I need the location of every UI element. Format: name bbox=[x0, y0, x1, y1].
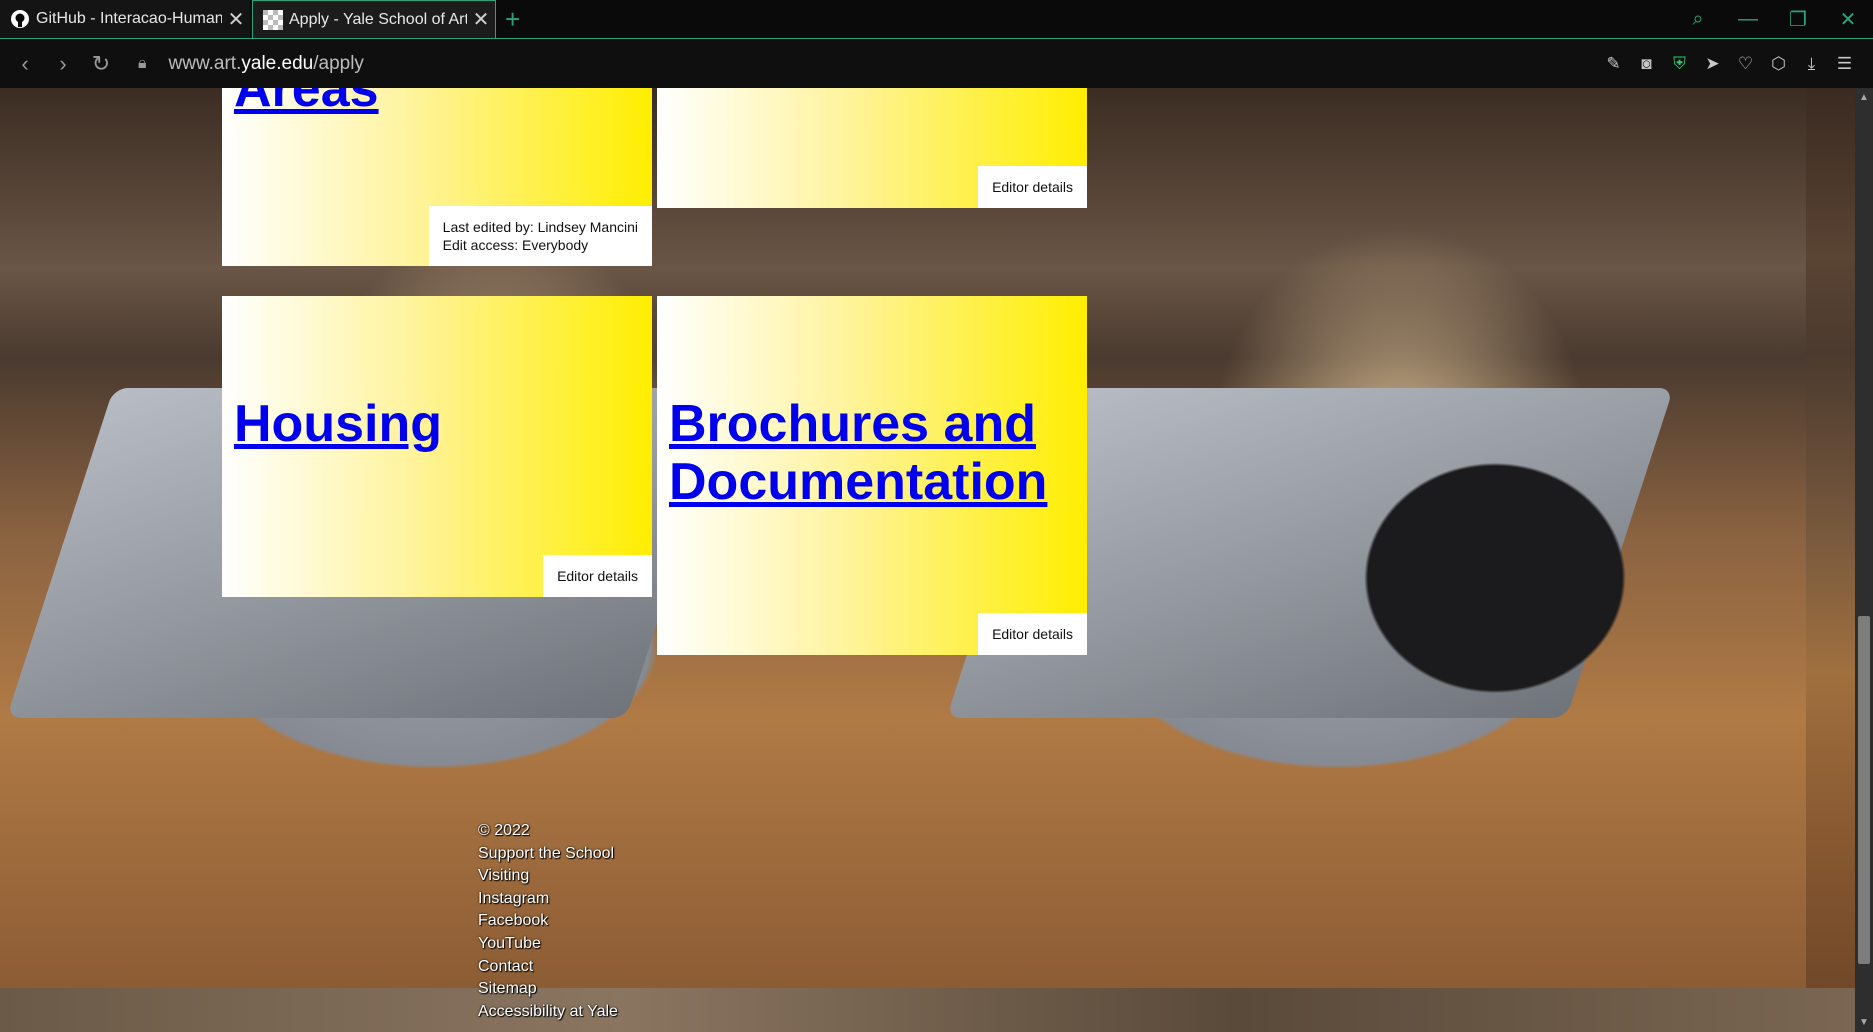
window-controls: ⌕ — ❐ ✕ bbox=[1673, 0, 1873, 38]
send-icon[interactable]: ➤ bbox=[1696, 54, 1729, 74]
download-icon[interactable]: ⤓ bbox=[1795, 54, 1828, 74]
footer-link-sitemap[interactable]: Sitemap bbox=[478, 978, 618, 1001]
card-areas: Areas Last edited by: Lindsey Mancini Ed… bbox=[222, 88, 652, 266]
background-strip bbox=[0, 988, 1855, 1032]
scrollbar-thumb[interactable] bbox=[1858, 616, 1870, 964]
editor-details-button[interactable]: Editor details bbox=[543, 555, 652, 597]
url-field[interactable]: www.art.yale.edu/apply bbox=[169, 53, 364, 75]
close-icon[interactable]: ✕ bbox=[467, 7, 495, 32]
lock-icon[interactable]: 🔒︎ bbox=[138, 55, 147, 73]
new-tab-icon[interactable]: + bbox=[505, 4, 520, 34]
tab-title: GitHub - Interacao-Human bbox=[36, 10, 222, 27]
footer-link-contact[interactable]: Contact bbox=[478, 956, 618, 979]
last-edited-text: Last edited by: Lindsey Mancini bbox=[442, 219, 638, 235]
scroll-down-icon[interactable]: ▼ bbox=[1859, 1017, 1869, 1028]
checkerboard-favicon-icon bbox=[263, 9, 283, 30]
tab-bar: GitHub - Interacao-Human ✕ Apply - Yale … bbox=[0, 0, 1873, 39]
scroll-up-icon[interactable]: ▲ bbox=[1859, 92, 1869, 103]
restore-icon[interactable]: ❐ bbox=[1773, 7, 1823, 32]
edit-icon[interactable]: ✎ bbox=[1597, 54, 1630, 74]
forward-icon[interactable]: › bbox=[44, 51, 82, 77]
card-title-link[interactable]: Areas bbox=[234, 88, 379, 118]
github-icon bbox=[10, 9, 30, 29]
url-host: yale.edu bbox=[241, 52, 314, 74]
toolbar: ✎ ◙ ⛨ ➤ ♡ ⬡ ⤓ ☰ bbox=[1597, 39, 1861, 88]
footer: © 2022 Support the School Visiting Insta… bbox=[478, 820, 618, 1023]
editor-info: Last edited by: Lindsey Mancini Edit acc… bbox=[428, 206, 652, 266]
reload-icon[interactable]: ↻ bbox=[82, 51, 120, 77]
card-housing: Housing Editor details bbox=[222, 296, 652, 597]
footer-link-accessibility[interactable]: Accessibility at Yale bbox=[478, 1001, 618, 1024]
footer-link-visiting[interactable]: Visiting bbox=[478, 865, 618, 888]
copyright-text: © 2022 bbox=[478, 822, 530, 839]
search-icon[interactable]: ⌕ bbox=[1673, 8, 1723, 31]
cube-icon[interactable]: ⬡ bbox=[1762, 54, 1795, 74]
tab-github[interactable]: GitHub - Interacao-Human ✕ bbox=[0, 0, 250, 38]
edit-access-text: Edit access: Everybody bbox=[442, 237, 589, 253]
card-top-right: Editor details bbox=[657, 88, 1087, 208]
editor-details-button[interactable]: Editor details bbox=[978, 166, 1087, 208]
url-path: /apply bbox=[313, 52, 364, 74]
footer-link-instagram[interactable]: Instagram bbox=[478, 888, 618, 911]
back-icon[interactable]: ‹ bbox=[6, 51, 44, 77]
cat-image bbox=[1330, 418, 1660, 738]
page-viewport: Areas Last edited by: Lindsey Mancini Ed… bbox=[0, 88, 1873, 1032]
address-bar: ‹ › ↻ 🔒︎ www.art.yale.edu/apply ✎ ◙ ⛨ ➤ … bbox=[0, 39, 1873, 88]
camera-icon[interactable]: ◙ bbox=[1630, 54, 1663, 74]
card-title-link[interactable]: Brochures and Documentation bbox=[669, 395, 1069, 511]
editor-details-button[interactable]: Editor details bbox=[978, 613, 1087, 655]
settings-sliders-icon[interactable]: ☰ bbox=[1828, 54, 1861, 74]
tab-yale-apply[interactable]: Apply - Yale School of Art ✕ bbox=[252, 0, 496, 38]
footer-link-facebook[interactable]: Facebook bbox=[478, 910, 618, 933]
footer-link-youtube[interactable]: YouTube bbox=[478, 933, 618, 956]
minimize-icon[interactable]: — bbox=[1723, 8, 1773, 31]
close-icon[interactable]: ✕ bbox=[222, 7, 250, 32]
card-title-link[interactable]: Housing bbox=[234, 395, 442, 453]
heart-icon[interactable]: ♡ bbox=[1729, 54, 1762, 74]
card-brochures: Brochures and Documentation Editor detai… bbox=[657, 296, 1087, 655]
vertical-scrollbar[interactable]: ▲ ▼ bbox=[1855, 88, 1873, 1032]
close-window-icon[interactable]: ✕ bbox=[1823, 7, 1873, 32]
url-prefix: www.art. bbox=[168, 52, 242, 74]
shield-icon[interactable]: ⛨ bbox=[1663, 54, 1696, 74]
tab-title: Apply - Yale School of Art bbox=[289, 10, 467, 28]
footer-link-support[interactable]: Support the School bbox=[478, 843, 618, 866]
